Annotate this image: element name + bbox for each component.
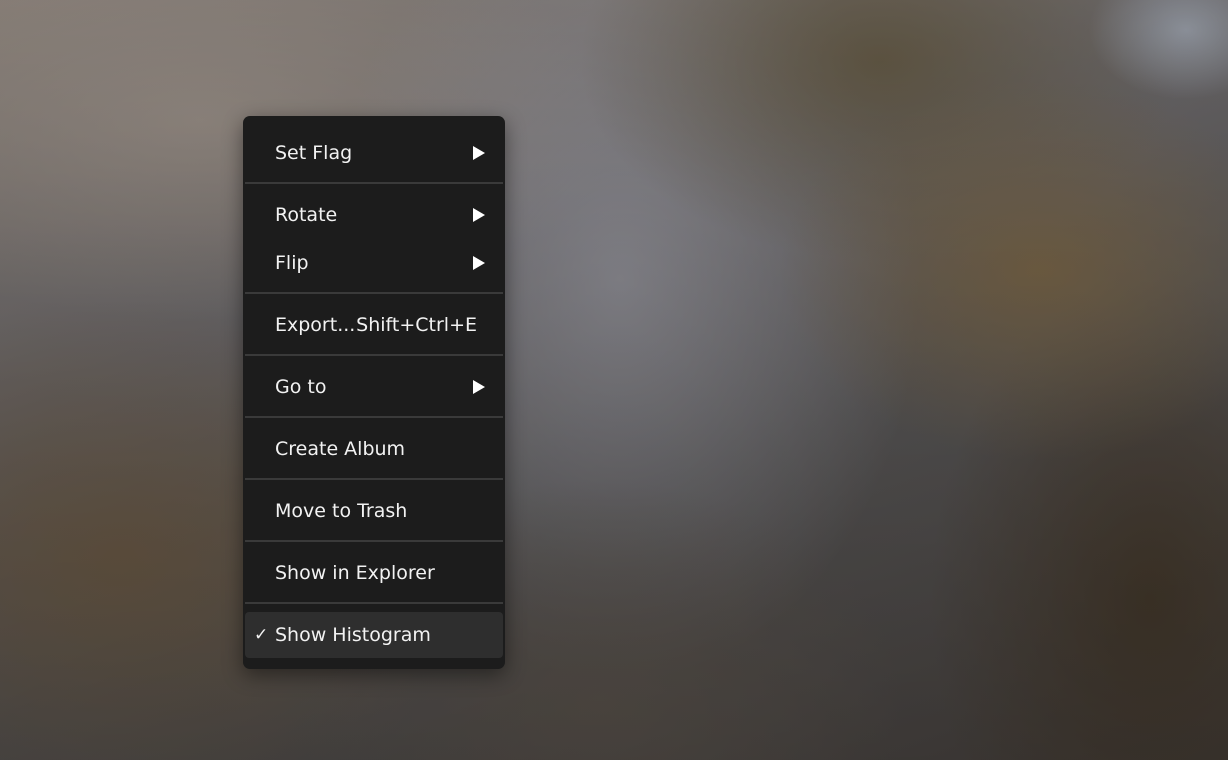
menu-item-label: Flip xyxy=(275,252,309,274)
menu-item-show-in-explorer[interactable]: Show in Explorer xyxy=(245,552,503,594)
menu-item-shortcut: Shift+Ctrl+E xyxy=(356,314,477,336)
submenu-arrow-icon xyxy=(473,380,485,394)
menu-item-label: Rotate xyxy=(275,204,338,226)
menu-separator xyxy=(245,292,503,294)
menu-item-label: Move to Trash xyxy=(275,500,408,522)
submenu-arrow-icon xyxy=(473,256,485,270)
checkmark-icon: ✓ xyxy=(254,625,269,645)
menu-item-label: Create Album xyxy=(275,438,406,460)
menu-item-label: Export... xyxy=(275,314,356,336)
menu-separator xyxy=(245,416,503,418)
menu-item-label: Go to xyxy=(275,376,327,398)
menu-separator xyxy=(245,354,503,356)
photo-shade xyxy=(0,0,1228,760)
menu-item-flip[interactable]: Flip xyxy=(245,242,503,284)
menu-item-set-flag[interactable]: Set Flag xyxy=(245,132,503,174)
context-menu: Set Flag Rotate Flip Export... Shift+Ctr… xyxy=(243,116,505,669)
menu-separator xyxy=(245,478,503,480)
menu-item-create-album[interactable]: Create Album xyxy=(245,428,503,470)
menu-item-move-to-trash[interactable]: Move to Trash xyxy=(245,490,503,532)
menu-item-export[interactable]: Export... Shift+Ctrl+E xyxy=(245,304,503,346)
background-photo xyxy=(0,0,1228,760)
menu-item-rotate[interactable]: Rotate xyxy=(245,194,503,236)
menu-separator xyxy=(245,182,503,184)
menu-separator xyxy=(245,602,503,604)
menu-item-show-histogram[interactable]: ✓ Show Histogram xyxy=(245,612,503,658)
menu-item-label: Show in Explorer xyxy=(275,562,435,584)
menu-item-go-to[interactable]: Go to xyxy=(245,366,503,408)
menu-item-label: Show Histogram xyxy=(275,624,431,646)
submenu-arrow-icon xyxy=(473,146,485,160)
menu-separator xyxy=(245,540,503,542)
submenu-arrow-icon xyxy=(473,208,485,222)
menu-item-label: Set Flag xyxy=(275,142,353,164)
